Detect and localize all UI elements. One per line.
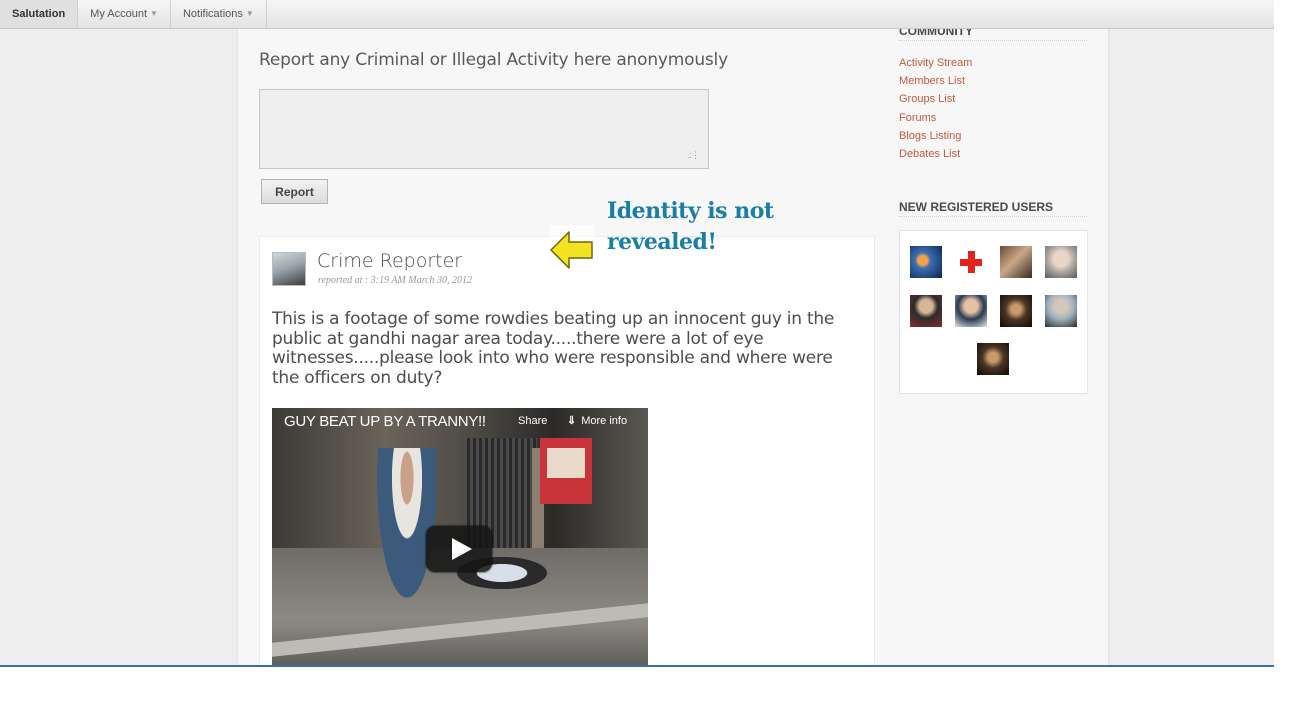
annotation-text: Identity is not revealed! bbox=[607, 196, 807, 258]
user-avatar[interactable] bbox=[910, 295, 942, 327]
report-textarea[interactable] bbox=[259, 89, 709, 169]
author-avatar[interactable] bbox=[272, 252, 306, 286]
link-groups-list[interactable]: Groups List bbox=[899, 92, 972, 110]
link-blogs-listing[interactable]: Blogs Listing bbox=[899, 129, 972, 147]
video-share-label: Share bbox=[518, 415, 548, 427]
video-frame-sign-panel bbox=[547, 448, 585, 478]
video-more-info-label: More info bbox=[581, 415, 628, 427]
video-share-button[interactable]: Share bbox=[518, 415, 547, 427]
new-users-heading: NEW REGISTERED USERS bbox=[899, 200, 1087, 217]
user-avatar[interactable] bbox=[1045, 246, 1077, 278]
page-viewport: Salutation My Account ▼ Notifications ▼ … bbox=[0, 0, 1274, 666]
toolbar-salutation-label: Salutation bbox=[12, 8, 66, 20]
link-members-list[interactable]: Members List bbox=[899, 74, 972, 92]
toolbar-notifications[interactable]: Notifications ▼ bbox=[171, 0, 267, 28]
user-avatar[interactable] bbox=[910, 246, 942, 278]
toolbar-my-account[interactable]: My Account ▼ bbox=[78, 0, 171, 28]
video-player[interactable]: GUY BEAT UP BY A TRANNY!! Share ⇓ More in… bbox=[272, 408, 648, 666]
user-avatar[interactable] bbox=[1000, 246, 1032, 278]
link-debates-list[interactable]: Debates List bbox=[899, 147, 972, 165]
post-card: Crime Reporter reported at : 3:19 AM Mar… bbox=[259, 236, 875, 666]
play-button[interactable] bbox=[426, 526, 492, 572]
resize-grip-icon[interactable]: .:⋮ bbox=[688, 150, 700, 161]
user-avatar[interactable] bbox=[955, 295, 987, 327]
video-more-info-button[interactable]: ⇓ More info bbox=[567, 414, 627, 427]
chevron-down-icon: ⇓ bbox=[567, 415, 577, 427]
red-cross-bar bbox=[960, 259, 982, 266]
video-frame-person bbox=[377, 448, 437, 598]
user-avatar[interactable] bbox=[1000, 295, 1032, 327]
report-heading: Report any Criminal or Illegal Activity … bbox=[259, 50, 728, 70]
toolbar-notifications-label: Notifications bbox=[182, 8, 243, 20]
user-avatar-redcross[interactable] bbox=[955, 246, 987, 278]
new-users-box bbox=[899, 230, 1088, 394]
post-author[interactable]: Crime Reporter bbox=[317, 250, 462, 272]
report-button[interactable]: Report bbox=[261, 179, 328, 204]
play-icon bbox=[452, 538, 472, 560]
top-toolbar: Salutation My Account ▼ Notifications ▼ bbox=[0, 0, 1274, 29]
toolbar-my-account-label: My Account bbox=[90, 8, 148, 20]
annotation-line-2: revealed! bbox=[607, 229, 717, 255]
toolbar-salutation[interactable]: Salutation bbox=[0, 0, 79, 28]
video-title[interactable]: GUY BEAT UP BY A TRANNY!! bbox=[284, 413, 486, 430]
user-avatar[interactable] bbox=[977, 343, 1009, 375]
user-avatar[interactable] bbox=[1045, 295, 1077, 327]
caret-down-icon: ▼ bbox=[150, 9, 158, 18]
link-forums[interactable]: Forums bbox=[899, 111, 972, 129]
bottom-border bbox=[0, 665, 1274, 667]
post-body: This is a footage of some rowdies beatin… bbox=[272, 309, 835, 388]
community-links: Activity Stream Members List Groups List… bbox=[899, 56, 972, 165]
post-timestamp: reported at : 3:19 AM March 30, 2012 bbox=[318, 275, 473, 286]
arrow-left-icon bbox=[549, 225, 595, 273]
caret-down-icon: ▼ bbox=[245, 9, 254, 18]
annotation-line-1: Identity is not bbox=[607, 198, 774, 224]
link-activity-stream[interactable]: Activity Stream bbox=[899, 56, 972, 74]
